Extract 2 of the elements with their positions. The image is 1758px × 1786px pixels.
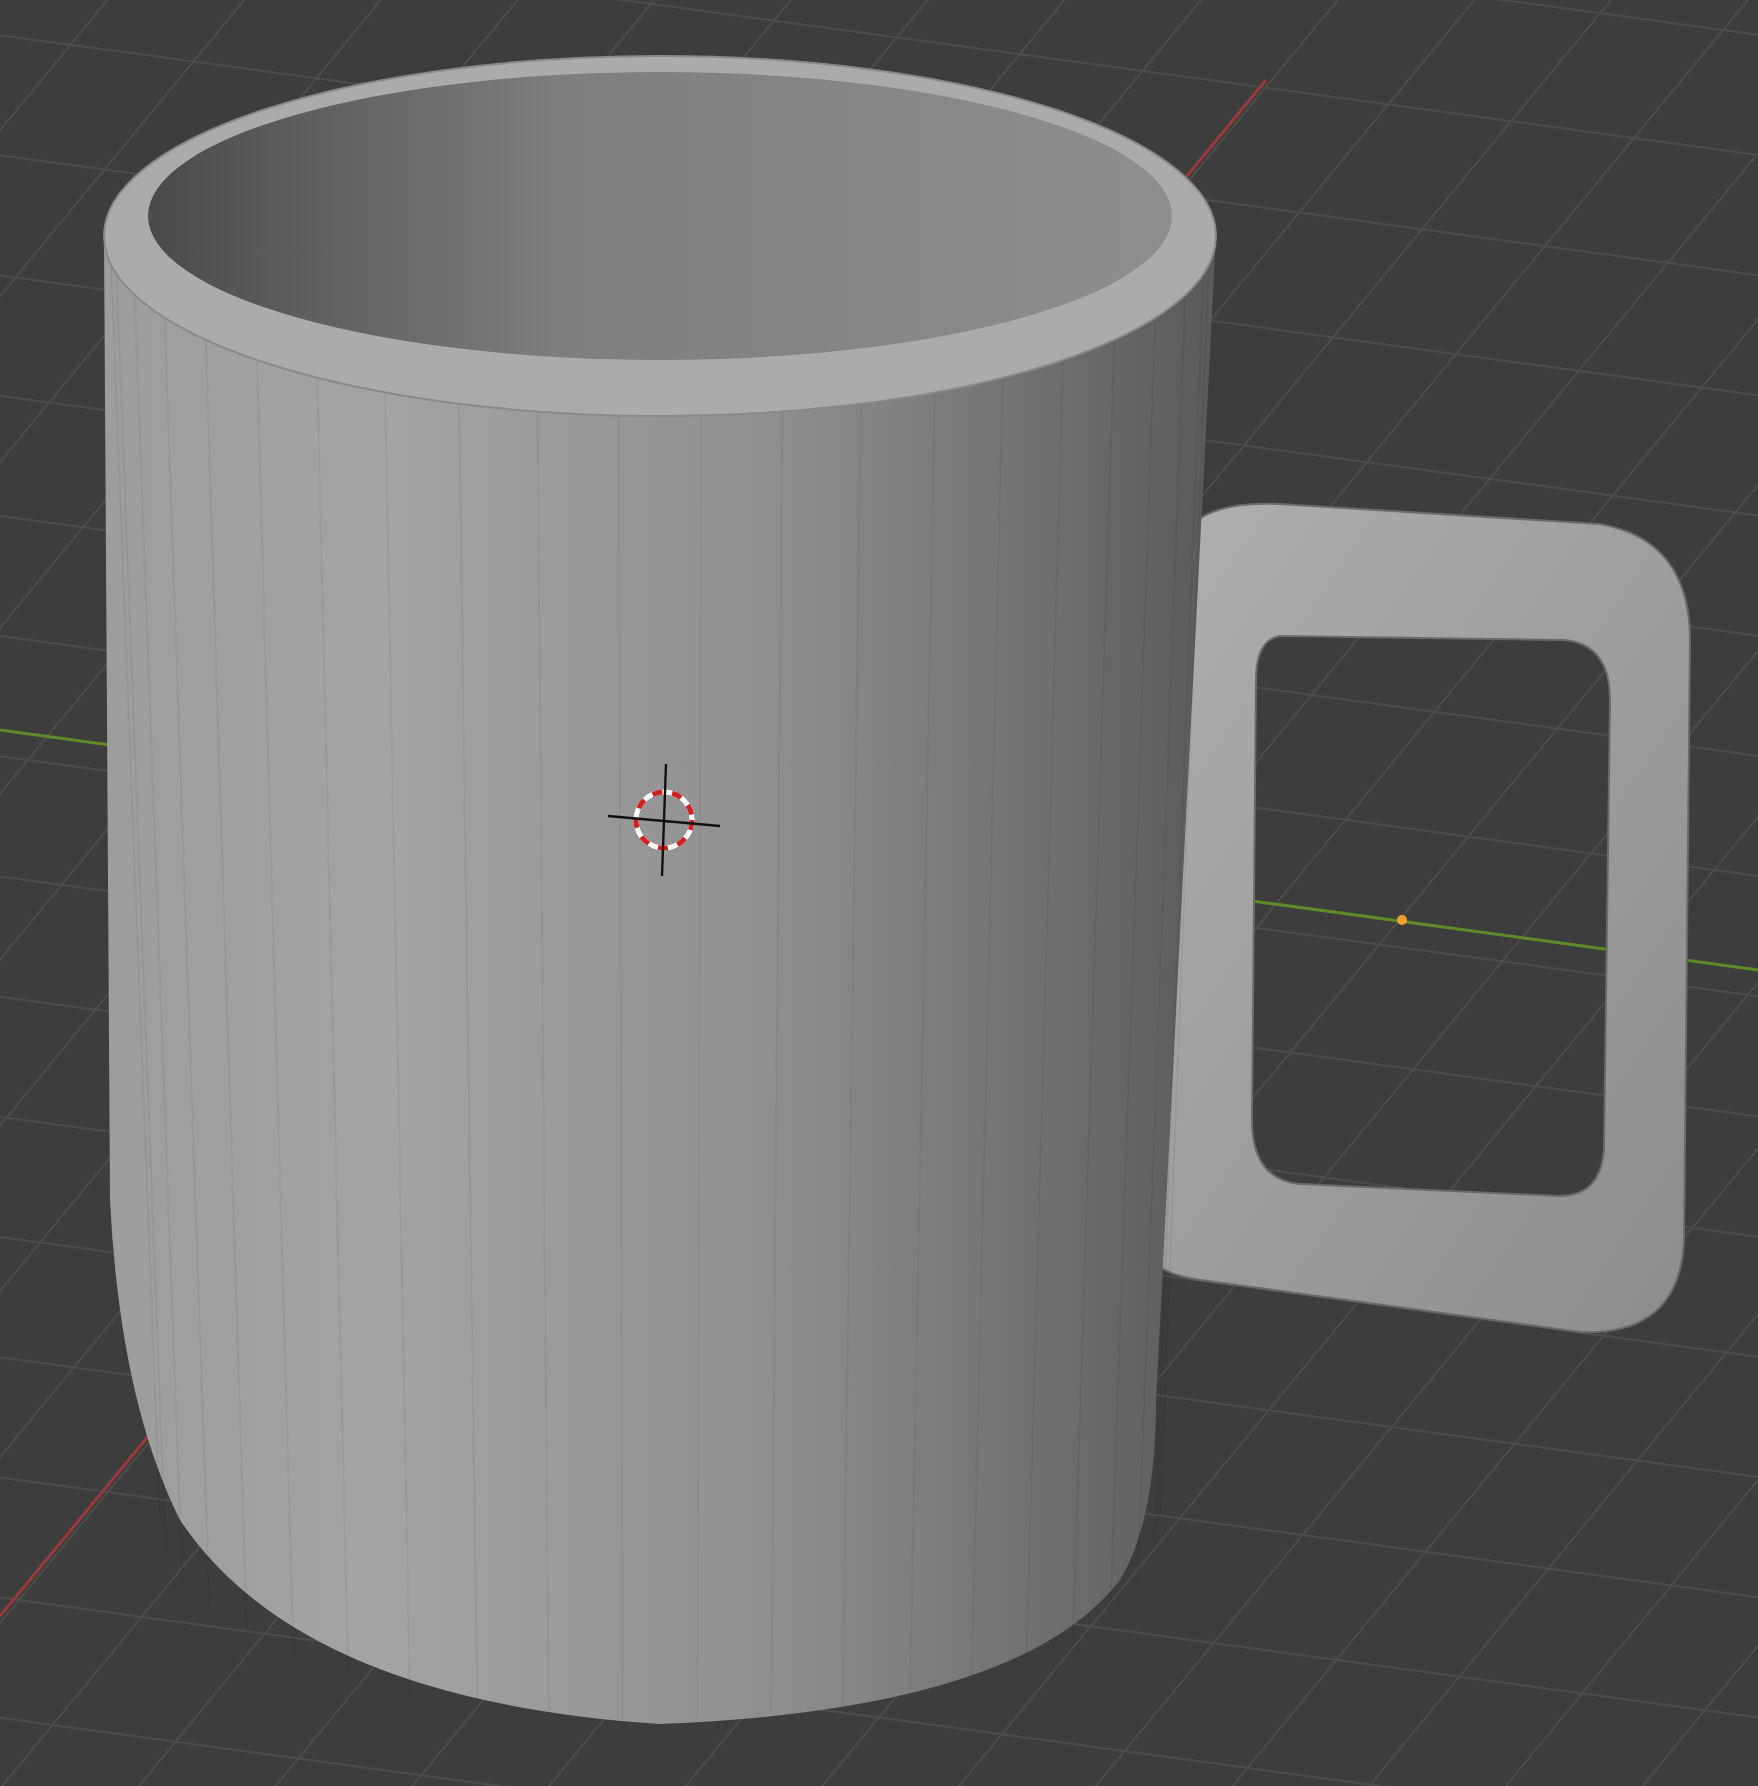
origin-dot [1397, 915, 1407, 925]
3d-cursor-icon [607, 763, 721, 877]
